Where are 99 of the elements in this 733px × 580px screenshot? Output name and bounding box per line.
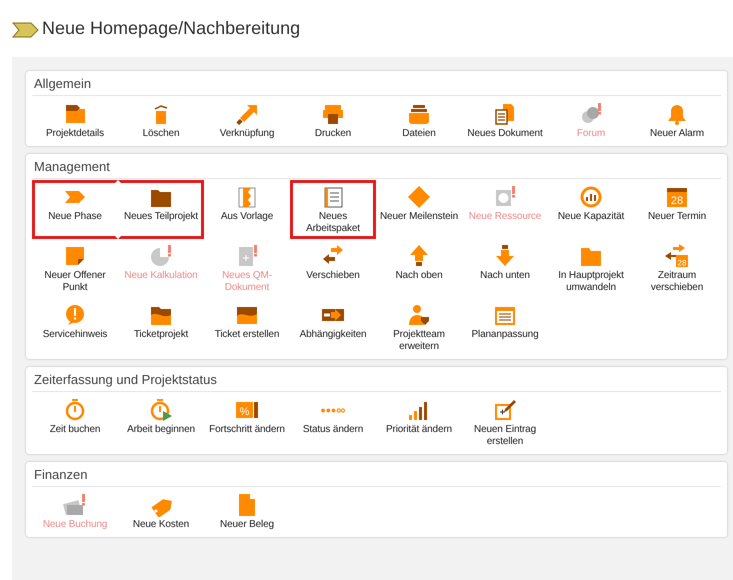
action-item[interactable]: Neuer Alarm (634, 97, 720, 144)
chat-icon (579, 102, 603, 126)
action-label: Neue Ressource (468, 211, 542, 223)
gauge-icon (579, 185, 603, 209)
action-label: Neuen Eintrag erstellen (473, 424, 537, 448)
action-label: Forum (576, 128, 606, 140)
action-item[interactable]: Dateien (376, 97, 462, 144)
action-label: Zeit buchen (50, 424, 100, 436)
action-label: Priorität ändern (386, 424, 452, 436)
action-label: Nach oben (395, 270, 443, 282)
note-icon (63, 244, 87, 268)
action-item[interactable]: Priorität ändern (376, 393, 462, 452)
action-item[interactable]: 28 Zeitraum verschieben (634, 239, 720, 298)
action-item[interactable]: Aus Vorlage (204, 180, 290, 239)
action-item[interactable]: Verknüpfung (204, 97, 290, 144)
action-label: Abhängigkeiten (300, 329, 366, 341)
action-label: Neuer Beleg (220, 519, 274, 531)
action-label: Status ändern (302, 424, 364, 436)
action-label: Verknüpfung (220, 128, 274, 140)
pie-chart-icon (149, 244, 173, 268)
stopwatch-play-icon (149, 398, 173, 422)
action-item[interactable]: 28 Neuer Termin (634, 180, 720, 239)
action-item[interactable]: Ticketprojekt (118, 298, 204, 357)
action-label: Fortschritt ändern (209, 424, 285, 436)
action-item[interactable]: Neue Kosten (118, 488, 204, 535)
action-label: Löschen (142, 128, 180, 140)
action-label: Plananpassung (472, 329, 538, 341)
action-item[interactable]: Nach oben (376, 239, 462, 298)
drawer-icon (407, 102, 431, 126)
action-label: Zeitraum verschieben (650, 270, 704, 294)
action-label: In Hauptprojekt umwandeln (557, 270, 625, 294)
bell-icon (665, 102, 689, 126)
action-label: Neue Phase (48, 211, 102, 223)
edit-icon (493, 398, 517, 422)
section-title: Allgemein (32, 76, 721, 96)
action-item[interactable]: Status ändern (290, 393, 376, 452)
action-label: Aus Vorlage (220, 211, 274, 223)
action-label: Neuer Offener Punkt (43, 270, 107, 294)
action-item[interactable]: Zeit buchen (32, 393, 118, 452)
action-item[interactable]: Plananpassung (462, 298, 548, 357)
action-item[interactable]: Neues Dokument (462, 97, 548, 144)
action-label: Neuer Meilenstein (380, 211, 458, 223)
action-item[interactable]: Löschen (118, 97, 204, 144)
card-icon (63, 493, 87, 517)
action-item[interactable]: Projektteam erweitern (376, 298, 462, 357)
action-label: Projektdetails (46, 128, 104, 140)
action-item[interactable]: Verschieben (290, 239, 376, 298)
diamond-icon (407, 185, 431, 209)
action-label: Neues Arbeitspaket (305, 211, 361, 235)
action-item[interactable]: Neuen Eintrag erstellen (462, 393, 548, 452)
person-shield-icon (407, 303, 431, 327)
action-item[interactable]: Neuer Meilenstein (376, 180, 462, 239)
section-title: Finanzen (32, 467, 721, 487)
action-item[interactable]: Neues Arbeitspaket (290, 180, 376, 239)
page-title: Neue Homepage/Nachbereitung (42, 18, 300, 39)
action-item[interactable]: Arbeit beginnen (118, 393, 204, 452)
action-label: Neue Kapazität (558, 211, 624, 223)
down-arrow-icon (493, 244, 517, 268)
action-label: Neues Teilprojekt (124, 211, 198, 223)
stopwatch-icon (63, 398, 87, 422)
action-item[interactable]: Ticket erstellen (204, 298, 290, 357)
action-label: Neues QM-Dokument (221, 270, 273, 294)
action-item[interactable]: Servicehinweis (32, 298, 118, 357)
action-item[interactable]: Projektdetails (32, 97, 118, 144)
action-label: Drucken (314, 128, 352, 140)
action-label: Arbeit beginnen (127, 424, 195, 436)
action-label: Projektteam erweitern (392, 329, 446, 353)
action-label: Dateien (402, 128, 436, 140)
action-item[interactable]: Abhängigkeiten (290, 298, 376, 357)
action-item[interactable]: In Hauptprojekt umwandeln (548, 239, 634, 298)
dots-icon (321, 408, 345, 412)
action-label: Nach unten (480, 270, 530, 282)
action-item[interactable]: Neuer Offener Punkt (32, 239, 118, 298)
up-arrow-icon (407, 244, 431, 268)
action-label: Neue Buchung (42, 519, 108, 531)
action-item[interactable]: Neues Teilprojekt (118, 180, 204, 239)
calendar-icon: 28 (665, 185, 689, 209)
action-label: Ticket erstellen (214, 329, 280, 341)
action-label: Neues Dokument (467, 128, 543, 140)
action-item[interactable]: % Fortschritt ändern (204, 393, 290, 452)
action-label: Neuer Alarm (650, 128, 704, 140)
action-label: Servicehinweis (42, 329, 108, 341)
folder-icon (63, 102, 87, 126)
action-label: Neuer Termin (648, 211, 706, 223)
action-item[interactable]: Neuer Beleg (204, 488, 290, 535)
action-label: Ticketprojekt (134, 329, 188, 341)
action-label: Neue Kalkulation (124, 270, 198, 282)
arrow-icon (235, 102, 259, 126)
action-item[interactable]: Neue Phase (32, 180, 118, 239)
documents-icon (493, 102, 517, 126)
action-label: Verschieben (306, 270, 360, 282)
action-label: Neue Kosten (132, 519, 190, 531)
section-title: Management (32, 159, 721, 179)
action-item[interactable]: Nach unten (462, 239, 548, 298)
alert-icon (63, 303, 87, 327)
action-item[interactable]: Neue Kapazität (548, 180, 634, 239)
printer-icon (321, 102, 345, 126)
action-item[interactable]: Drucken (290, 97, 376, 144)
section-title: Zeiterfassung und Projektstatus (32, 372, 721, 392)
